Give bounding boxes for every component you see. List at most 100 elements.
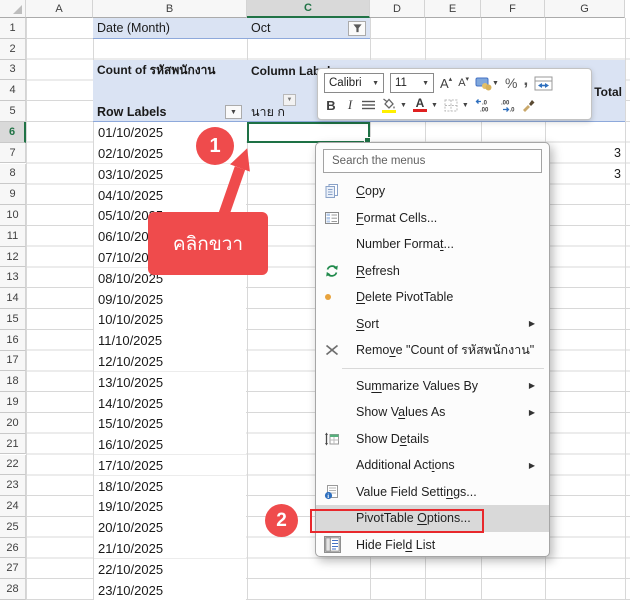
italic-button[interactable]: I	[344, 97, 356, 113]
row-header-18[interactable]: 18	[0, 371, 26, 392]
row-header-19[interactable]: 19	[0, 392, 26, 413]
date-cell-row-15[interactable]: 10/10/2025	[94, 310, 246, 330]
menu-item-format-cells[interactable]: Format Cells...	[316, 205, 549, 232]
menu-item-hide-field-list[interactable]: Hide Field List	[316, 532, 549, 559]
row-header-1[interactable]: 1	[0, 18, 26, 39]
row-header-9[interactable]: 9	[0, 184, 26, 205]
row-header-4[interactable]: 4	[0, 80, 26, 101]
comma-style-button[interactable]: ,	[523, 70, 528, 90]
date-cell-row-22[interactable]: 17/10/2025	[94, 456, 246, 476]
fill-color-button[interactable]	[381, 98, 396, 113]
column-header-E[interactable]: E	[425, 0, 481, 18]
font-size-value: 11	[395, 77, 407, 89]
cell-styles-button[interactable]: ▼	[475, 76, 499, 91]
row-header-14[interactable]: 14	[0, 288, 26, 309]
row-header-13[interactable]: 13	[0, 267, 26, 288]
row-header-8[interactable]: 8	[0, 164, 26, 185]
shrink-font-button[interactable]: A▾	[458, 77, 469, 89]
date-cell-row-9[interactable]: 04/10/2025	[94, 185, 246, 205]
row-header-7[interactable]: 7	[0, 143, 26, 164]
date-cell-row-8[interactable]: 03/10/2025	[94, 165, 246, 185]
menu-item-remove-count[interactable]: Remove "Count of รหัสพนักงาน"	[316, 337, 549, 364]
row-header-11[interactable]: 11	[0, 226, 26, 247]
menu-item-label: Refresh	[356, 264, 400, 278]
column-header-G[interactable]: G	[545, 0, 625, 18]
menu-item-sort[interactable]: Sort▶	[316, 311, 549, 338]
date-cell-row-20[interactable]: 15/10/2025	[94, 414, 246, 434]
menu-search-input[interactable]: Search the menus	[323, 149, 542, 173]
column-header-D[interactable]: D	[370, 0, 425, 18]
date-cell-row-23[interactable]: 18/10/2025	[94, 476, 246, 496]
row-header-15[interactable]: 15	[0, 309, 26, 330]
date-cell-row-17[interactable]: 12/10/2025	[94, 352, 246, 372]
row-header-12[interactable]: 12	[0, 247, 26, 268]
column-header-B[interactable]: B	[93, 0, 247, 18]
row-header-2[interactable]: 2	[0, 39, 26, 60]
autofit-width-button[interactable]	[534, 76, 553, 91]
column-header-A[interactable]: A	[26, 0, 93, 18]
date-cell-row-27[interactable]: 22/10/2025	[94, 559, 246, 579]
menu-item-show-details[interactable]: Show Details	[316, 426, 549, 453]
row-header-22[interactable]: 22	[0, 455, 26, 476]
decrease-decimal-button[interactable]: .00 .0	[498, 98, 515, 113]
row-header-21[interactable]: 21	[0, 434, 26, 455]
filter-field-cell[interactable]: Date (Month)	[93, 18, 247, 39]
column-header-C[interactable]: C	[247, 0, 370, 18]
grow-font-button[interactable]: A▴	[440, 76, 452, 91]
row-labels-cell[interactable]: Row Labels	[97, 101, 217, 122]
date-cell-row-18[interactable]: 13/10/2025	[94, 372, 246, 392]
row-header-20[interactable]: 20	[0, 413, 26, 434]
menu-item-additional-actions[interactable]: Additional Actions▶	[316, 452, 549, 479]
row-header-5[interactable]: 5	[0, 101, 26, 122]
font-color-button[interactable]: A	[413, 98, 427, 112]
menu-item-number-format[interactable]: Number Format...	[316, 231, 549, 258]
date-cell-row-24[interactable]: 19/10/2025	[94, 497, 246, 517]
pivot-title-cell[interactable]: Count of รหัสพนักงาน	[97, 60, 247, 81]
align-button[interactable]	[362, 100, 375, 110]
row-header-28[interactable]: 28	[0, 579, 26, 600]
menu-item-value-field-settings[interactable]: iValue Field Settings...	[316, 479, 549, 506]
menu-item-show-values-as[interactable]: Show Values As▶	[316, 399, 549, 426]
row-header-3[interactable]: 3	[0, 60, 26, 81]
svg-text:.00: .00	[501, 100, 510, 106]
row-labels-dropdown-button[interactable]: ▼	[225, 105, 242, 119]
row-header-23[interactable]: 23	[0, 475, 26, 496]
filter-funnel-button[interactable]	[348, 21, 366, 36]
row-header-27[interactable]: 27	[0, 558, 26, 579]
borders-button[interactable]	[444, 99, 458, 112]
row-header-17[interactable]: 17	[0, 351, 26, 372]
row-header-24[interactable]: 24	[0, 496, 26, 517]
row-header-16[interactable]: 16	[0, 330, 26, 351]
date-cell-row-25[interactable]: 20/10/2025	[94, 518, 246, 538]
value-cell-row-7[interactable]: 3	[545, 143, 625, 164]
column-header-F[interactable]: F	[481, 0, 545, 18]
date-cell-row-28[interactable]: 23/10/2025	[94, 580, 246, 600]
menu-item-label: Hide Field List	[356, 538, 435, 552]
callout-right-click: คลิกขวา	[148, 212, 268, 275]
row-header-6[interactable]: 6	[0, 122, 26, 143]
date-cell-row-16[interactable]: 11/10/2025	[94, 331, 246, 351]
menu-item-refresh[interactable]: Refresh	[316, 258, 549, 285]
menu-item-summarize-values-by[interactable]: Summarize Values By▶	[316, 373, 549, 400]
format-painter-button[interactable]	[521, 98, 536, 112]
date-cell-row-19[interactable]: 14/10/2025	[94, 393, 246, 413]
font-name-value: Calibri	[329, 77, 362, 89]
value-cell-row-8[interactable]: 3	[545, 164, 625, 185]
percent-style-button[interactable]: %	[505, 75, 517, 91]
row-header-26[interactable]: 26	[0, 538, 26, 559]
row-header-25[interactable]: 25	[0, 517, 26, 538]
date-cell-row-26[interactable]: 21/10/2025	[94, 539, 246, 559]
font-size-combo[interactable]: 11▼	[390, 73, 434, 93]
select-all-corner[interactable]	[0, 0, 26, 18]
menu-item-delete-pivottable[interactable]: Delete PivotTable	[316, 284, 549, 311]
date-cell-row-21[interactable]: 16/10/2025	[94, 435, 246, 455]
cell-styles-icon	[475, 76, 492, 91]
increase-decimal-button[interactable]: .0 .00	[475, 98, 492, 113]
bold-button[interactable]: B	[324, 98, 338, 113]
date-cell-row-14[interactable]: 09/10/2025	[94, 289, 246, 309]
selected-cell-C6[interactable]	[247, 122, 370, 143]
row-header-10[interactable]: 10	[0, 205, 26, 226]
font-name-combo[interactable]: Calibri▼	[324, 73, 384, 93]
step-1-number: 1	[209, 135, 220, 158]
menu-item-copy[interactable]: Copy	[316, 178, 549, 205]
